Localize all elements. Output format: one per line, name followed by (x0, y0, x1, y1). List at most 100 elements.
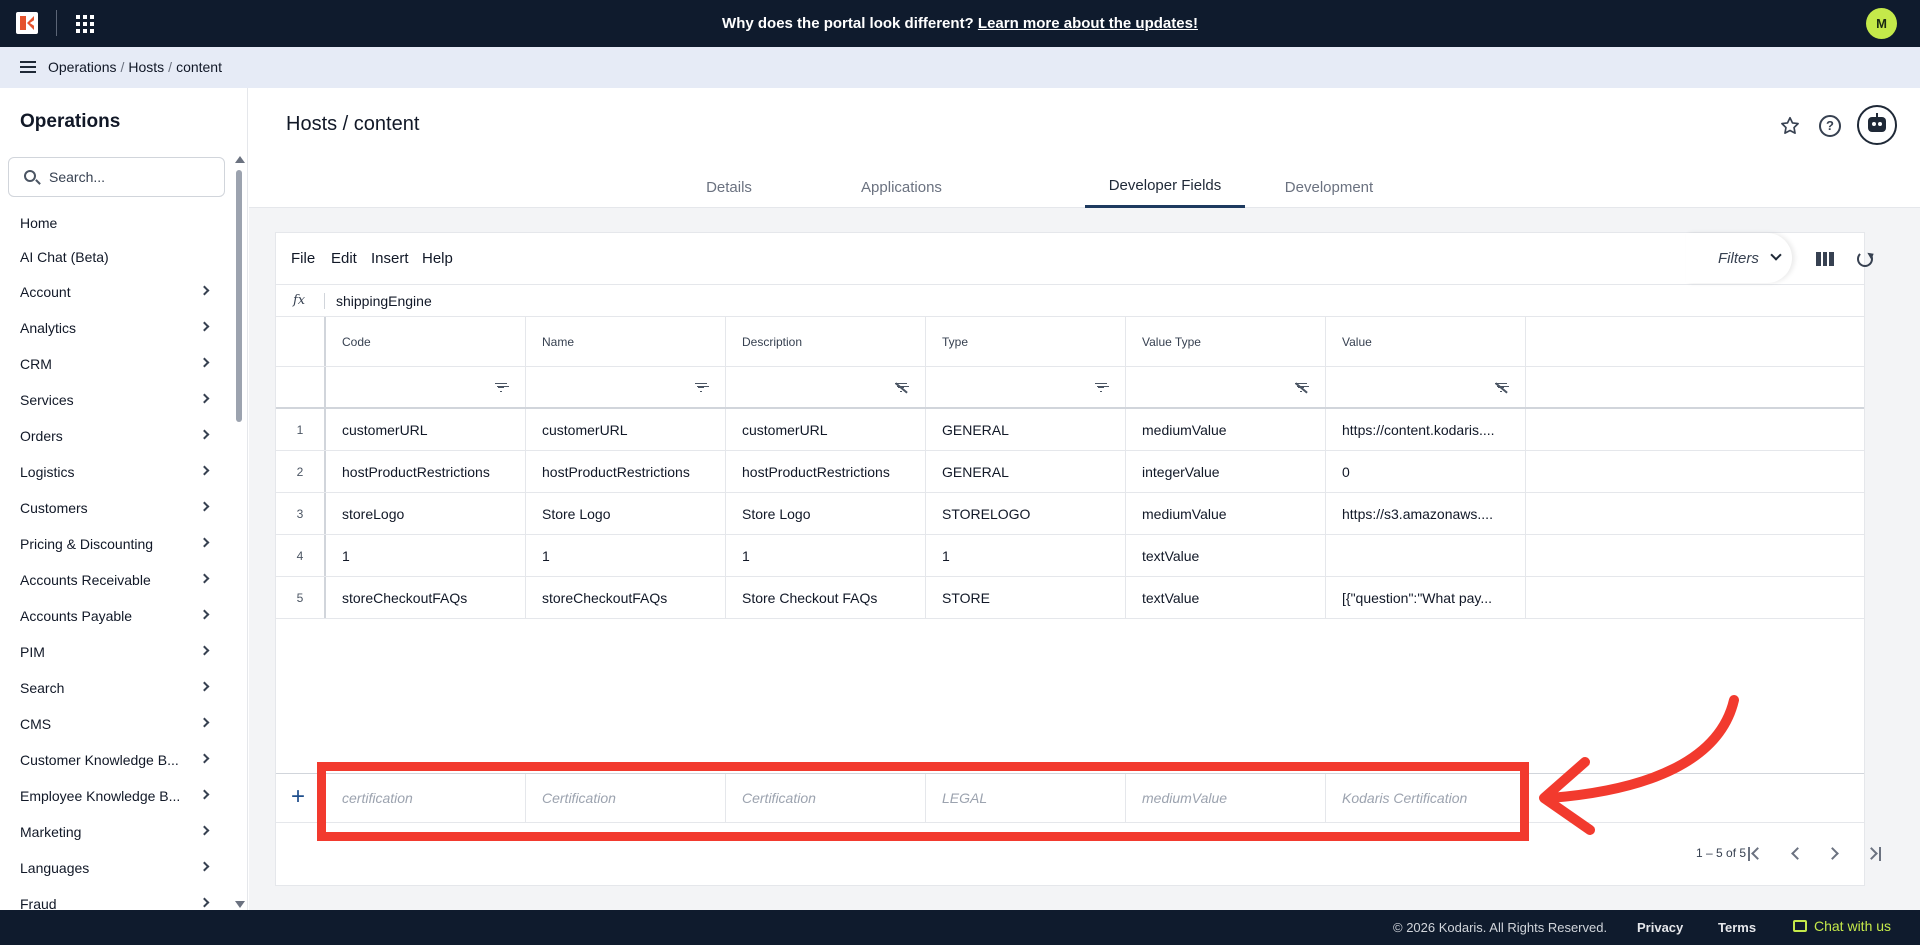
cell-type[interactable]: GENERAL (926, 409, 1126, 450)
previous-page-icon[interactable] (1787, 845, 1805, 863)
cell-value-type[interactable]: mediumValue (1126, 409, 1326, 450)
first-page-icon[interactable] (1746, 845, 1764, 863)
tab-details[interactable]: Details (669, 166, 789, 208)
cell-code[interactable]: customerURL (326, 409, 526, 450)
cell-value-type[interactable]: integerValue (1126, 451, 1326, 492)
filter-off-icon[interactable] (895, 382, 907, 392)
sidebar-item-accounts-payable[interactable]: Accounts Payable (0, 598, 230, 634)
chat-button[interactable]: Chat with us (1793, 918, 1891, 934)
new-name-input[interactable] (542, 790, 722, 806)
cell-value[interactable]: https://s3.amazonaws.... (1326, 493, 1526, 534)
sidebar-item-employee-knowledge-b[interactable]: Employee Knowledge B... (0, 778, 230, 814)
next-page-icon[interactable] (1826, 845, 1844, 863)
sidebar-item-analytics[interactable]: Analytics (0, 310, 230, 346)
new-value-type-input[interactable] (1142, 790, 1322, 806)
column-header-name[interactable]: Name (526, 317, 726, 366)
columns-icon[interactable] (1816, 252, 1835, 266)
sidebar-item-customer-knowledge-b[interactable]: Customer Knowledge B... (0, 742, 230, 778)
cell-value-type[interactable]: mediumValue (1126, 493, 1326, 534)
tab-applications[interactable]: Applications (824, 166, 979, 208)
ai-assistant-button[interactable] (1857, 105, 1897, 145)
cell-code[interactable]: storeLogo (326, 493, 526, 534)
cell-name[interactable]: customerURL (526, 409, 726, 450)
kodaris-logo[interactable] (16, 12, 38, 34)
cell-code[interactable]: hostProductRestrictions (326, 451, 526, 492)
sidebar-item-account[interactable]: Account (0, 274, 230, 310)
sidebar-item-marketing[interactable]: Marketing (0, 814, 230, 850)
sidebar-item-cms[interactable]: CMS (0, 706, 230, 742)
sidebar-scrollbar[interactable] (234, 156, 245, 908)
cell-value[interactable]: https://content.kodaris.... (1326, 409, 1526, 450)
announcement-link[interactable]: Learn more about the updates! (978, 15, 1198, 32)
scroll-thumb[interactable] (236, 170, 242, 422)
cell-code[interactable]: storeCheckoutFAQs (326, 577, 526, 618)
sidebar-item-pricing-discounting[interactable]: Pricing & Discounting (0, 526, 230, 562)
cell-code[interactable]: 1 (326, 535, 526, 576)
sidebar-item-orders[interactable]: Orders (0, 418, 230, 454)
cell-value-type[interactable]: textValue (1126, 577, 1326, 618)
sidebar-item-customers[interactable]: Customers (0, 490, 230, 526)
sidebar-item-search[interactable]: Search (0, 670, 230, 706)
help-icon[interactable]: ? (1819, 115, 1841, 137)
tab-developer-fields[interactable]: Developer Fields (1085, 166, 1245, 208)
menu-edit[interactable]: Edit (331, 250, 357, 267)
sidebar-item-languages[interactable]: Languages (0, 850, 230, 886)
cell-name[interactable]: Store Logo (526, 493, 726, 534)
cell-value-type[interactable]: textValue (1126, 535, 1326, 576)
cell-type[interactable]: STORE (926, 577, 1126, 618)
cell-description[interactable]: hostProductRestrictions (726, 451, 926, 492)
star-icon[interactable] (1779, 115, 1801, 137)
filter-icon[interactable] (495, 382, 507, 392)
scroll-up-icon[interactable] (235, 156, 245, 163)
cell-description[interactable]: Store Logo (726, 493, 926, 534)
privacy-link[interactable]: Privacy (1637, 920, 1683, 935)
sidebar-item-logistics[interactable]: Logistics (0, 454, 230, 490)
cell-type[interactable]: GENERAL (926, 451, 1126, 492)
scroll-down-icon[interactable] (235, 901, 245, 908)
cell-description[interactable]: Store Checkout FAQs (726, 577, 926, 618)
cell-name[interactable]: storeCheckoutFAQs (526, 577, 726, 618)
sidebar-item-ai-chat-beta[interactable]: AI Chat (Beta) (0, 240, 230, 274)
last-page-icon[interactable] (1865, 845, 1884, 863)
cell-type[interactable]: STORELOGO (926, 493, 1126, 534)
sidebar-item-home[interactable]: Home (0, 206, 230, 240)
column-header-code[interactable]: Code (326, 317, 526, 366)
breadcrumb-item-hosts[interactable]: Hosts (128, 59, 164, 75)
column-header-value[interactable]: Value (1326, 317, 1526, 366)
menu-file[interactable]: File (291, 250, 315, 267)
cell-description[interactable]: customerURL (726, 409, 926, 450)
new-value-input[interactable] (1342, 790, 1522, 806)
menu-icon[interactable] (20, 61, 36, 73)
filter-icon[interactable] (1095, 382, 1107, 392)
new-code-input[interactable] (342, 790, 522, 806)
cell-description[interactable]: 1 (726, 535, 926, 576)
column-header-description[interactable]: Description (726, 317, 926, 366)
apps-grid-icon[interactable] (76, 15, 94, 33)
sidebar-item-accounts-receivable[interactable]: Accounts Receivable (0, 562, 230, 598)
cell-type[interactable]: 1 (926, 535, 1126, 576)
cell-name[interactable]: hostProductRestrictions (526, 451, 726, 492)
avatar[interactable]: M (1866, 8, 1897, 39)
search-input[interactable] (49, 166, 219, 188)
terms-link[interactable]: Terms (1718, 920, 1756, 935)
sidebar-search[interactable] (8, 157, 225, 197)
sidebar-item-pim[interactable]: PIM (0, 634, 230, 670)
sidebar-item-services[interactable]: Services (0, 382, 230, 418)
new-type-input[interactable] (942, 790, 1122, 806)
filter-icon[interactable] (695, 382, 707, 392)
filters-dropdown[interactable]: Filters (1686, 233, 1792, 283)
refresh-icon[interactable] (1857, 251, 1873, 267)
cell-value[interactable]: [{"question":"What pay... (1326, 577, 1526, 618)
tab-development[interactable]: Development (1259, 166, 1399, 208)
menu-help[interactable]: Help (422, 250, 453, 267)
new-description-input[interactable] (742, 790, 922, 806)
formula-input[interactable]: shippingEngine (336, 293, 432, 309)
sidebar-item-crm[interactable]: CRM (0, 346, 230, 382)
add-row-button[interactable]: + (291, 785, 305, 809)
cell-name[interactable]: 1 (526, 535, 726, 576)
breadcrumb-item-operations[interactable]: Operations (48, 59, 116, 75)
cell-value[interactable] (1326, 535, 1526, 576)
column-header-type[interactable]: Type (926, 317, 1126, 366)
column-header-value-type[interactable]: Value Type (1126, 317, 1326, 366)
cell-value[interactable]: 0 (1326, 451, 1526, 492)
